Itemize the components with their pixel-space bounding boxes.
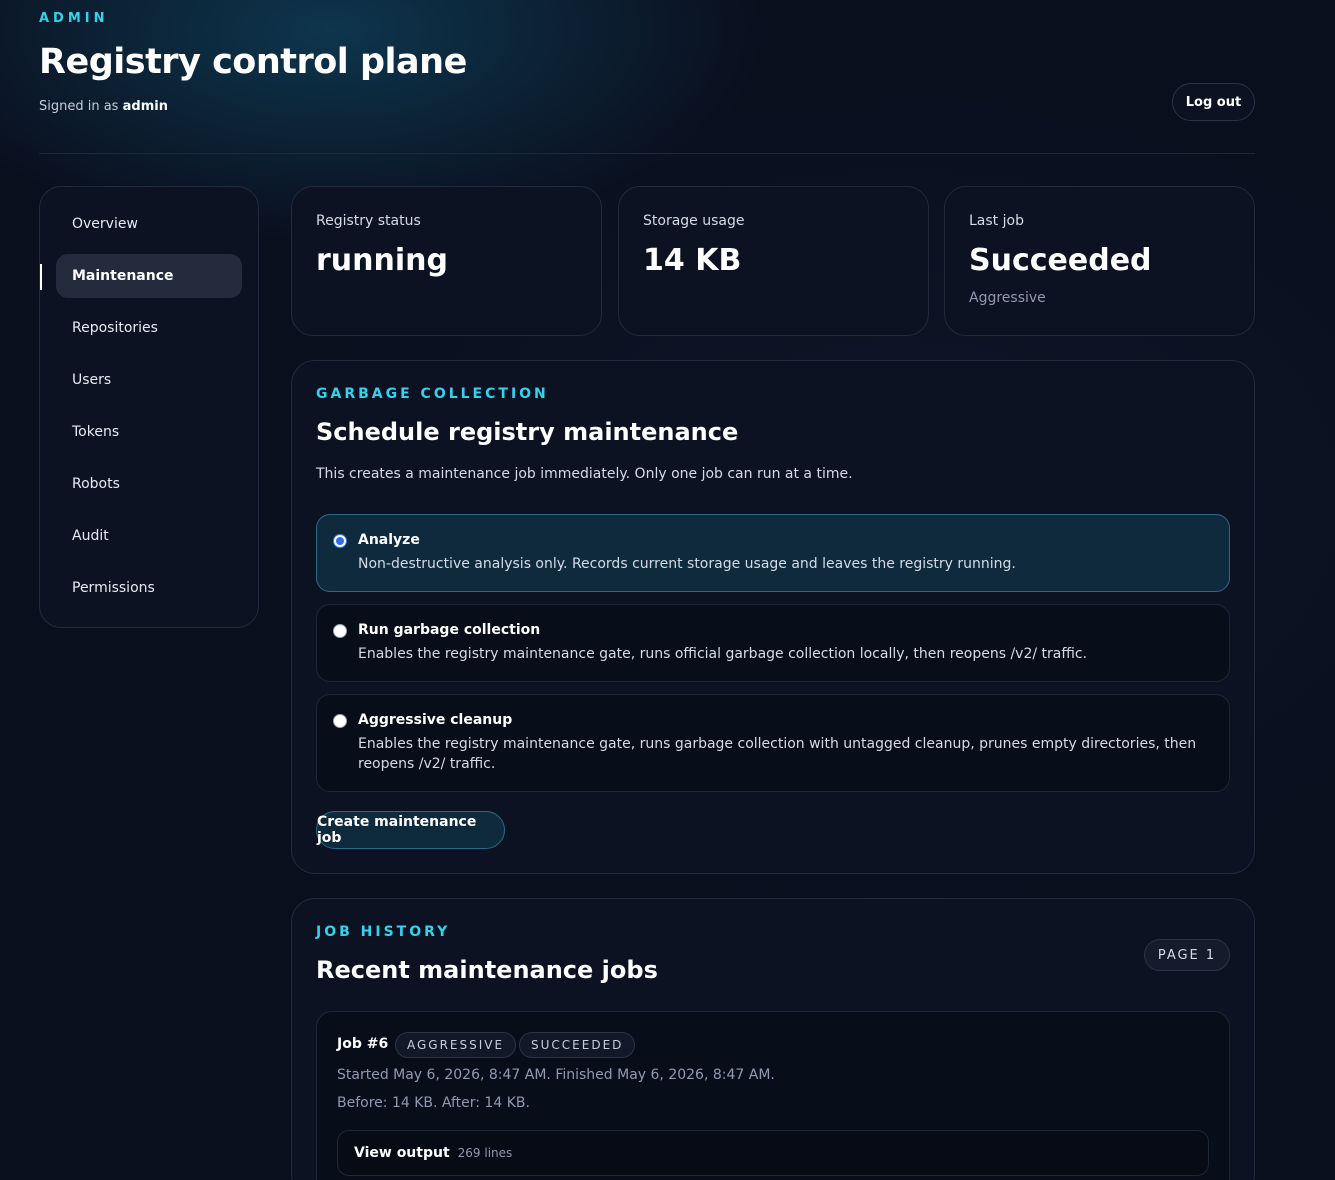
job-type-badge: AGGRESSIVE	[395, 1032, 517, 1058]
sidebar-active-indicator	[40, 264, 42, 290]
sidebar-item-maintenance[interactable]: Maintenance	[56, 254, 242, 298]
history-eyebrow: JOB HISTORY	[316, 924, 451, 940]
option-description: Non-destructive analysis only. Records c…	[358, 556, 1016, 572]
page-indicator: PAGE 1	[1144, 939, 1230, 971]
gc-panel: GARBAGE COLLECTION Schedule registry mai…	[291, 360, 1255, 874]
stat-label: Storage usage	[643, 213, 745, 229]
stat-sub: Aggressive	[969, 290, 1046, 306]
option-title: Analyze	[358, 532, 420, 548]
stat-label: Last job	[969, 213, 1024, 229]
option-title: Aggressive cleanup	[358, 712, 513, 728]
radio-run-gc[interactable]	[333, 624, 347, 638]
job-card: Job #6 AGGRESSIVE SUCCEEDED Started May …	[316, 1011, 1230, 1180]
job-sizes: Before: 14 KB. After: 14 KB.	[337, 1095, 530, 1111]
option-aggressive[interactable]: Aggressive cleanup Enables the registry …	[316, 694, 1230, 792]
page-title: Registry control plane	[39, 42, 467, 82]
history-title: Recent maintenance jobs	[316, 956, 658, 984]
sidebar-item-audit[interactable]: Audit	[56, 514, 242, 558]
job-status-badge: SUCCEEDED	[519, 1032, 636, 1058]
sidebar-item-overview[interactable]: Overview	[56, 202, 242, 246]
job-history-panel: JOB HISTORY Recent maintenance jobs PAGE…	[291, 898, 1255, 1180]
gc-title: Schedule registry maintenance	[316, 418, 739, 446]
signed-in-text: Signed in as admin	[39, 99, 168, 114]
radio-analyze[interactable]	[333, 534, 347, 548]
view-output-label: View output	[354, 1145, 450, 1161]
sidebar-item-permissions[interactable]: Permissions	[56, 566, 242, 610]
option-description: Enables the registry maintenance gate, r…	[358, 646, 1088, 662]
stat-value: running	[316, 243, 448, 278]
create-maintenance-job-button[interactable]: Create maintenance job	[316, 811, 505, 849]
sidebar: Overview Maintenance Repositories Users …	[39, 186, 259, 628]
option-run-gc[interactable]: Run garbage collection Enables the regis…	[316, 604, 1230, 682]
signed-in-prefix: Signed in as	[39, 99, 119, 114]
logout-button[interactable]: Log out	[1172, 83, 1255, 121]
sidebar-item-tokens[interactable]: Tokens	[56, 410, 242, 454]
gc-eyebrow: GARBAGE COLLECTION	[316, 386, 549, 402]
radio-aggressive[interactable]	[333, 714, 347, 728]
view-output-toggle[interactable]: View output 269 lines	[337, 1130, 1209, 1176]
header-divider	[39, 153, 1255, 154]
signed-in-username: admin	[122, 99, 168, 114]
job-times: Started May 6, 2026, 8:47 AM. Finished M…	[337, 1067, 775, 1083]
sidebar-item-robots[interactable]: Robots	[56, 462, 242, 506]
gc-description: This creates a maintenance job immediate…	[316, 466, 853, 482]
sidebar-item-repositories[interactable]: Repositories	[56, 306, 242, 350]
stat-card-storage-usage: Storage usage 14 KB	[618, 186, 929, 336]
output-line-count: 269 lines	[457, 1146, 513, 1160]
stat-value: 14 KB	[643, 243, 742, 278]
stat-label: Registry status	[316, 213, 421, 229]
stat-card-last-job: Last job Succeeded Aggressive	[944, 186, 1255, 336]
stat-value: Succeeded	[969, 243, 1152, 278]
option-title: Run garbage collection	[358, 622, 541, 638]
sidebar-item-users[interactable]: Users	[56, 358, 242, 402]
admin-eyebrow: ADMIN	[39, 11, 109, 26]
option-analyze[interactable]: Analyze Non-destructive analysis only. R…	[316, 514, 1230, 592]
option-description: Enables the registry maintenance gate, r…	[358, 736, 1197, 772]
job-id: Job #6	[337, 1036, 389, 1052]
stat-card-registry-status: Registry status running	[291, 186, 602, 336]
